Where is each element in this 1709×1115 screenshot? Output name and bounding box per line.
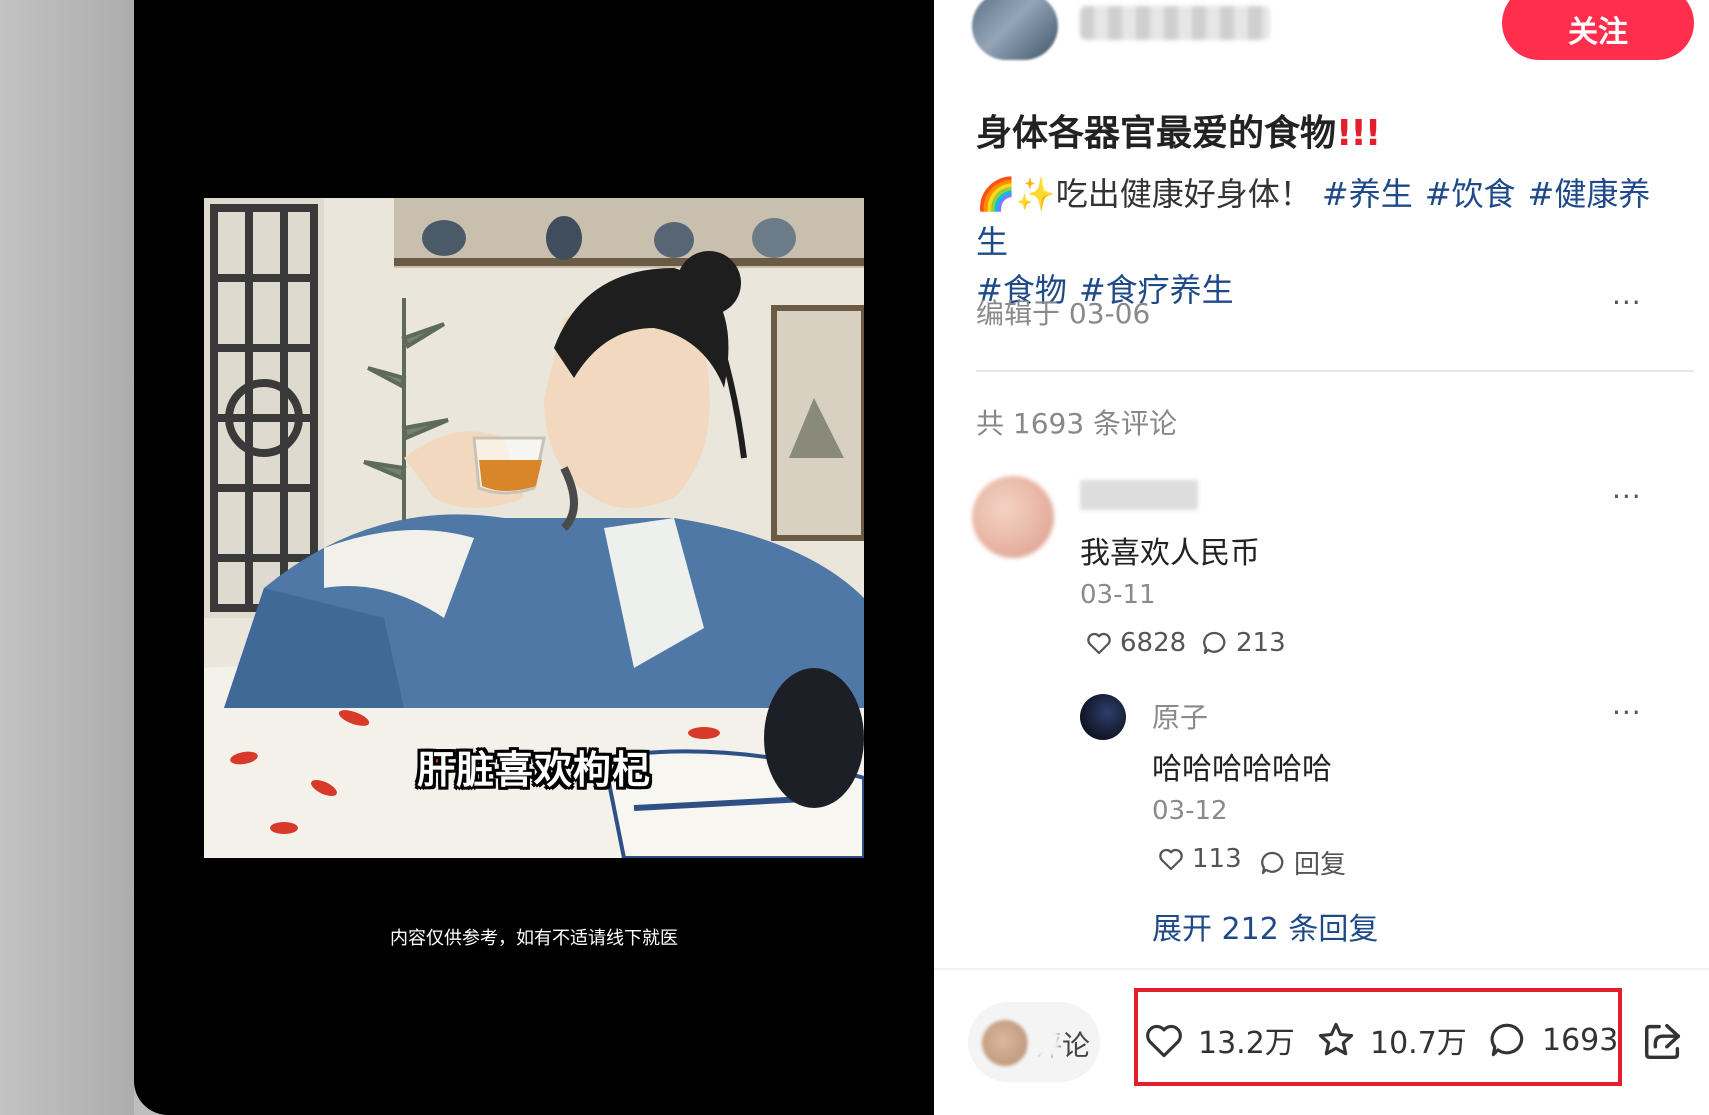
comment-count: 共 1693 条评论 [976,407,1178,440]
post-more-icon[interactable]: ··· [1612,286,1642,319]
user-avatar [982,1020,1028,1066]
chat-bubble-icon [1203,631,1226,655]
reply-more-icon[interactable]: ··· [1612,696,1642,729]
post-image[interactable]: 肝脏喜欢枸杞 [204,198,864,858]
heart-icon [1159,848,1183,871]
heart-icon [1146,1024,1182,1058]
post-title-text: 身体各器官最爱的食物 [976,113,1337,154]
heart-icon [1087,632,1111,655]
follow-button[interactable]: 关注 [1502,0,1694,60]
comment-like-count: 6828 [1120,628,1187,658]
favorite-count: 10.7万 [1370,1026,1467,1061]
commenter-avatar[interactable] [972,476,1054,558]
reply-reply-label: 回复 [1294,850,1347,880]
expand-replies-link[interactable]: 展开 212 条回复 [1152,904,1378,948]
post-title: 身体各器官最爱的食物!!! [976,104,1381,156]
author-name-redacted[interactable] [1080,6,1270,40]
reply-author[interactable]: 原子 [1152,696,1208,736]
comment-more-icon[interactable]: ··· [1612,480,1642,513]
like-button[interactable]: 13.2万 [1142,1018,1295,1062]
reply-date: 03-12 [1152,796,1228,826]
reply-text: 哈哈哈哈哈哈 [1152,752,1332,787]
image-caption: 肝脏喜欢枸杞 [416,748,651,792]
commenter-name-redacted[interactable] [1080,480,1198,510]
comment-like-button[interactable]: 6828 [1084,628,1186,658]
post-title-emphasis: !!! [1336,113,1381,154]
background-strip [0,0,134,1115]
comment-button[interactable]: 1693 [1486,1018,1618,1062]
author-avatar[interactable] [972,0,1058,60]
redaction-blur [1030,1024,1060,1058]
hashtag-link[interactable]: #饮食 [1425,175,1516,213]
comment-text: 我喜欢人民币 [1080,536,1260,571]
star-icon [1318,1022,1354,1056]
hashtag-link[interactable]: #养生 [1322,175,1413,213]
reply-like-button[interactable]: 113 [1156,844,1242,874]
description-text: 吃出健康好身体！ [1055,175,1312,213]
reply-like-count: 113 [1192,844,1242,874]
bottom-divider [934,968,1709,970]
divider [976,370,1694,372]
reply-avatar[interactable] [1080,694,1126,740]
comment-total-count: 1693 [1542,1022,1619,1058]
disclaimer-text: 内容仅供参考，如有不适请线下就医 [390,928,678,949]
description-emoji: 🌈✨ [976,175,1056,213]
chat-bubble-icon [1261,851,1284,874]
favorite-button[interactable]: 10.7万 [1314,1018,1467,1062]
reply-reply-button[interactable]: 回复 [1258,844,1346,881]
comment-input[interactable]: 评论 [968,1002,1100,1082]
comment-reply-button[interactable]: 213 [1200,628,1286,658]
like-count: 13.2万 [1198,1026,1295,1061]
edited-timestamp: 编辑于 03-06 [976,297,1151,330]
comment-date: 03-11 [1080,580,1156,610]
comment-reply-count: 213 [1236,628,1286,658]
chat-bubble-icon [1490,1023,1524,1057]
share-icon[interactable] [1640,1018,1686,1064]
